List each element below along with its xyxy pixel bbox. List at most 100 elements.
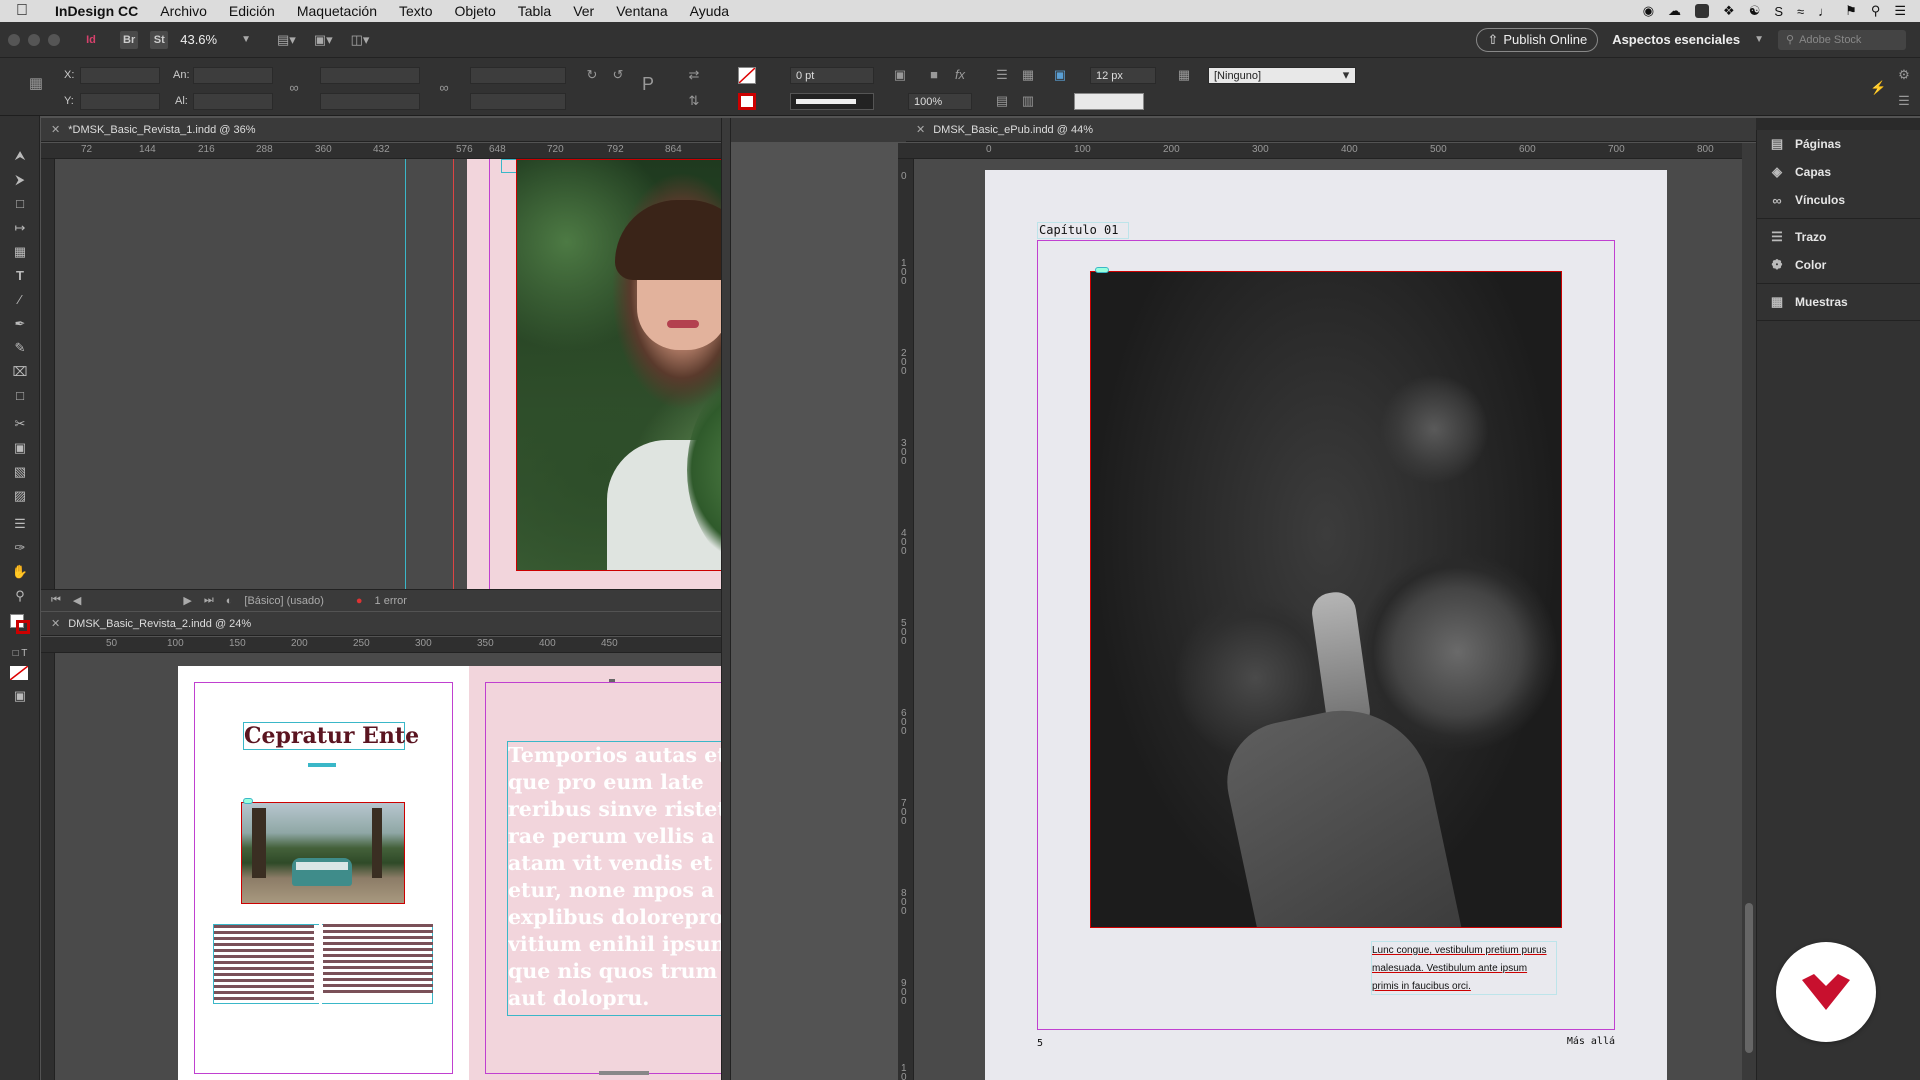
formatting-container-icon[interactable]: □ T — [10, 644, 30, 664]
rectangle-tool-icon[interactable]: □ — [10, 386, 30, 406]
content-collector-icon[interactable]: ▦ — [10, 242, 30, 262]
menu-texto[interactable]: Texto — [388, 3, 443, 19]
text-wrap-icon[interactable]: ☰ — [994, 67, 1010, 83]
page-spread-pink[interactable] — [467, 159, 721, 589]
stroke-box[interactable] — [16, 620, 30, 634]
path-text-icon[interactable]: P — [640, 75, 656, 93]
photo-caption[interactable]: Lunc congue, vestibulum pretium purus ma… — [1371, 941, 1557, 995]
apply-none-icon[interactable] — [10, 666, 28, 680]
pen-tool-icon[interactable]: ✒ — [10, 314, 30, 334]
menu-tabla[interactable]: Tabla — [507, 3, 562, 19]
rotation-field[interactable] — [470, 67, 566, 84]
chevron-down-icon[interactable]: ▼ — [1754, 34, 1764, 45]
last-page-icon[interactable]: ⏭ — [204, 594, 214, 607]
menu-app-name[interactable]: InDesign CC — [44, 3, 149, 19]
prev-page-icon[interactable]: ◀ — [73, 594, 81, 607]
stroke-type-dropdown[interactable] — [790, 93, 874, 110]
wrap-around-icon[interactable]: ▦ — [1020, 67, 1036, 83]
scissors-tool-icon[interactable]: ✂ — [10, 414, 30, 434]
workspace-switcher[interactable]: Aspectos esenciales — [1612, 32, 1740, 47]
menu-ver[interactable]: Ver — [562, 3, 605, 19]
running-footer[interactable]: Más allá — [1545, 1036, 1615, 1050]
content-grabber-icon[interactable] — [243, 798, 253, 804]
chapter-heading[interactable]: Capítulo 01 — [1037, 222, 1129, 239]
drop-shadow-icon[interactable]: ▣ — [892, 67, 908, 83]
shear-field[interactable] — [470, 93, 566, 110]
wifi-icon[interactable]: ≈ — [1797, 4, 1804, 19]
rotate-cw-icon[interactable]: ↻ — [584, 67, 600, 83]
pasteboard-revista-2[interactable]: Cepratur Ente Temporios autas et que pro… — [55, 653, 721, 1080]
scrollbar-thumb[interactable] — [1745, 903, 1753, 1053]
flag-icon[interactable]: ⚑ — [1845, 3, 1857, 19]
eyedropper-tool-icon[interactable]: ✑ — [10, 538, 30, 558]
lightning-icon[interactable]: ⚡ — [1870, 80, 1886, 96]
publish-online-button[interactable]: ⇧ Publish Online — [1476, 27, 1599, 52]
panel-menu-icon[interactable]: ☰ — [1896, 93, 1912, 109]
screen-mode-icon[interactable]: ▣▾ — [314, 32, 333, 48]
content-grabber-icon[interactable] — [1095, 267, 1109, 273]
preflight-profile-icon[interactable]: ◐ — [226, 595, 233, 607]
object-style-dropdown-icon[interactable]: ▾ — [1338, 67, 1354, 83]
body-text-column-2[interactable] — [323, 924, 433, 994]
effects-icon[interactable]: fx — [952, 67, 968, 83]
barefoot-photo-frame[interactable] — [1090, 271, 1562, 928]
direct-selection-tool-icon[interactable]: ⮞ — [10, 170, 30, 190]
stroke-weight-field[interactable]: 0 pt — [790, 67, 874, 84]
y-position-field[interactable] — [80, 93, 160, 110]
gradient-swatch-tool-icon[interactable]: ▧ — [10, 462, 30, 482]
menu-objeto[interactable]: Objeto — [443, 3, 506, 19]
creative-cloud-icon[interactable]: ☁ — [1668, 3, 1681, 19]
close-tab-icon[interactable]: ✕ — [916, 123, 925, 136]
gradient-feather-tool-icon[interactable]: ▨ — [10, 486, 30, 506]
scale-y-field[interactable] — [320, 93, 420, 110]
bridge-button[interactable]: Br — [120, 30, 139, 49]
fill-swatch[interactable] — [738, 67, 756, 84]
panel-dock-header[interactable] — [1756, 118, 1920, 130]
free-transform-tool-icon[interactable]: ▣ — [10, 438, 30, 458]
document-tab-revista-2[interactable]: ✕ DMSK_Basic_Revista_2.indd @ 24% — [41, 612, 721, 636]
close-tab-icon[interactable]: ✕ — [51, 123, 60, 136]
preflight-errors[interactable]: 1 error — [375, 595, 407, 607]
gear-icon[interactable]: ⚙ — [1896, 67, 1912, 83]
pasteboard-revista-1[interactable] — [55, 159, 721, 589]
document-tab-revista-1[interactable]: ✕ *DMSK_Basic_Revista_1.indd @ 36% — [41, 118, 721, 142]
page-number[interactable]: 5 — [1037, 1038, 1047, 1050]
skype-icon[interactable]: S — [1774, 4, 1783, 19]
window-zoom-button[interactable] — [48, 33, 60, 46]
pasteboard-epub[interactable]: Capítulo 01 Lunc congue, vestibulum pret… — [914, 159, 1742, 1080]
flip-vertical-icon[interactable]: ⇅ — [686, 93, 702, 109]
apple-icon[interactable]:  — [0, 2, 44, 20]
sync-icon[interactable]: ☯ — [1749, 3, 1761, 19]
width-field[interactable] — [193, 67, 273, 84]
constrain-proportions-icon[interactable]: ∞ — [286, 80, 302, 96]
window-minimize-button[interactable] — [28, 33, 40, 46]
zoom-dropdown-icon[interactable]: ▼ — [241, 34, 251, 45]
right-page-pink[interactable]: Temporios autas et que pro eum late reri… — [469, 666, 721, 1080]
object-style-icon[interactable]: ▦ — [1176, 67, 1192, 83]
vertical-scrollbar[interactable] — [1742, 143, 1756, 1080]
van-photo-frame[interactable] — [241, 802, 405, 904]
epub-page[interactable]: Capítulo 01 Lunc congue, vestibulum pret… — [985, 170, 1667, 1080]
window-splitter[interactable] — [721, 118, 731, 1080]
portrait-photo-frame[interactable] — [516, 159, 721, 571]
distribute-icon[interactable]: ▥ — [1020, 93, 1036, 109]
adobe-stock-search[interactable]: ⚲ Adobe Stock — [1778, 29, 1906, 50]
opacity-field[interactable]: 100% — [908, 93, 972, 110]
view-options-icon[interactable]: ▤▾ — [277, 32, 296, 48]
screen-mode-tool-icon[interactable]: ▣ — [10, 686, 30, 706]
reference-point-icon[interactable]: ▦ — [28, 76, 44, 92]
window-close-button[interactable] — [8, 33, 20, 46]
rectangle-frame-tool-icon[interactable]: ⌧ — [10, 362, 30, 382]
align-icon[interactable]: ▤ — [994, 93, 1010, 109]
scale-x-field[interactable] — [320, 67, 420, 84]
panel-capas[interactable]: ◈ Capas — [1757, 158, 1920, 186]
preflight-profile[interactable]: [Básico] (usado) — [244, 595, 323, 607]
stroke-swatch[interactable] — [738, 93, 756, 110]
menu-ayuda[interactable]: Ayuda — [679, 3, 740, 19]
menu-archivo[interactable]: Archivo — [149, 3, 218, 19]
menu-edicion[interactable]: Edición — [218, 3, 286, 19]
gap-tool-icon[interactable]: ↦ — [10, 218, 30, 238]
opacity-icon[interactable]: ■ — [926, 67, 942, 83]
document-tab-epub[interactable]: ✕ DMSK_Basic_ePub.indd @ 44% — [906, 118, 1756, 142]
pencil-tool-icon[interactable]: ✎ — [10, 338, 30, 358]
